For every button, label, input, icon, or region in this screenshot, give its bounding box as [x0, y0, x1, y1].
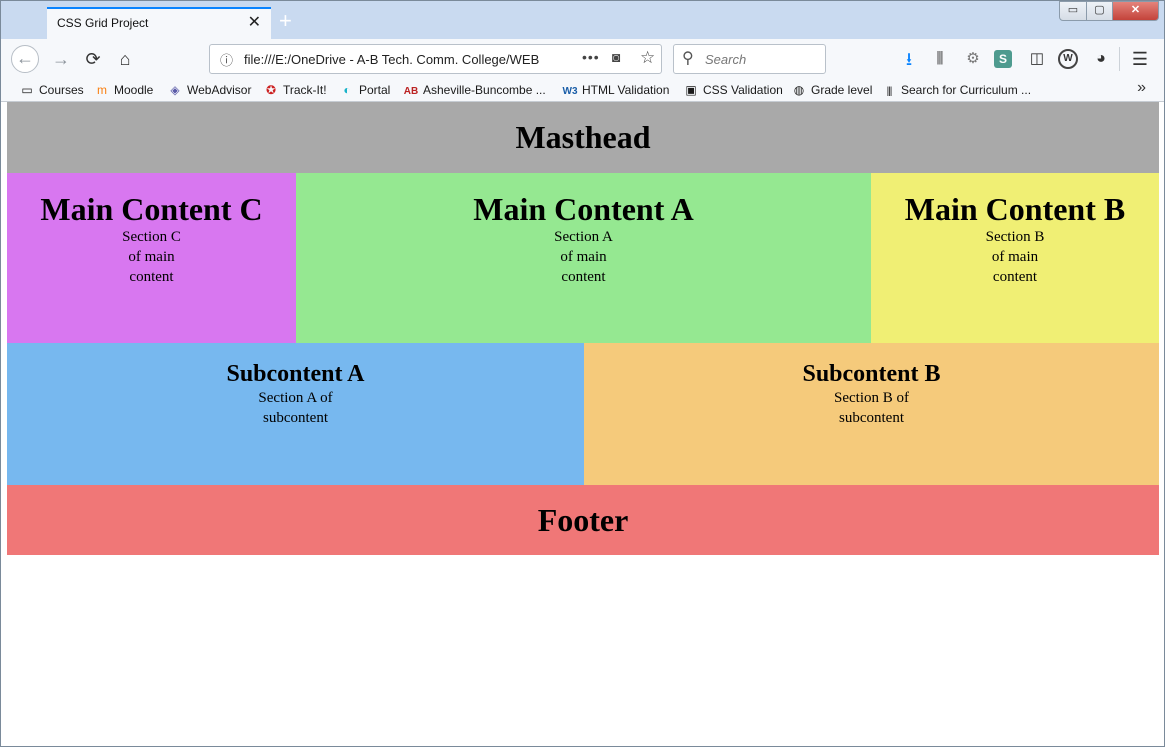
portal-icon: ◐: [343, 83, 351, 97]
css-validation-icon: ▣: [685, 83, 697, 97]
main-content-a: Main Content A Section A of main content: [296, 173, 871, 343]
bookmark-html-validation[interactable]: W3 HTML Validation: [562, 81, 670, 99]
close-tab-icon[interactable]: ✕: [248, 13, 261, 33]
footer: Footer: [7, 485, 1159, 555]
reload-button[interactable]: ⟳: [79, 45, 107, 73]
page-actions-icon[interactable]: •••: [582, 49, 600, 65]
bookmark-courses[interactable]: ▭ Courses: [19, 81, 83, 99]
bookmarks-toolbar: ▭ Courses m Moodle ◈ WebAdvisor ✪ Track-It! …: [1, 78, 1164, 102]
main-content-c-text: Section C of main content: [122, 229, 181, 285]
download-icon[interactable]: ⭳: [898, 48, 920, 70]
gear-icon[interactable]: ⚙: [962, 48, 984, 70]
site-info-icon[interactable]: ⓘ: [220, 50, 233, 69]
new-tab-icon[interactable]: +: [279, 9, 292, 33]
main-content-c-heading: Main Content C: [40, 191, 263, 227]
toolbar-divider: [1119, 47, 1120, 71]
bookmark-webadvisor[interactable]: ◈ WebAdvisor: [167, 81, 251, 99]
color-extension-icon[interactable]: ◕: [1090, 48, 1112, 70]
subcontent-b: Subcontent B Section B of subcontent: [584, 343, 1159, 485]
main-content-b: Main Content B Section B of main content: [871, 173, 1159, 343]
masthead-heading: Masthead: [515, 119, 651, 155]
footer-heading: Footer: [537, 502, 629, 538]
main-content-c: Main Content C Section C of main content: [7, 173, 296, 343]
tab-css-grid-project[interactable]: CSS Grid Project ✕: [47, 7, 271, 39]
ab-logo-icon: AB: [403, 86, 419, 97]
subcontent-b-text: Section B of subcontent: [834, 390, 909, 426]
url-text[interactable]: file:///E:/OneDrive - A-B Tech. Comm. Co…: [244, 52, 549, 67]
page-viewport: Masthead Main Content C Section C of mai…: [7, 102, 1159, 742]
url-bar[interactable]: ⓘ file:///E:/OneDrive - A-B Tech. Comm. …: [209, 44, 662, 74]
w3c-icon: W3: [562, 86, 578, 97]
w-extension-icon[interactable]: W: [1058, 49, 1078, 69]
bookmark-asheville-buncombe[interactable]: AB Asheville-Buncombe ...: [403, 81, 546, 99]
main-content-a-text: Section A of main content: [554, 229, 613, 285]
navigation-toolbar: ← → ⟳ ⌂ ⓘ file:///E:/OneDrive - A-B Tech…: [1, 39, 1164, 78]
minimize-button[interactable]: ▭: [1059, 1, 1087, 21]
bookmark-grade-level[interactable]: ◍ Grade level: [791, 81, 873, 99]
main-content-b-text: Section B of main content: [985, 229, 1045, 285]
subcontent-a: Subcontent A Section A of subcontent: [7, 343, 584, 485]
s-extension-icon[interactable]: S: [994, 50, 1012, 68]
more-bookmarks-icon[interactable]: »: [1137, 79, 1146, 97]
trackit-icon: ✪: [265, 83, 277, 97]
folder-icon: ▭: [21, 83, 33, 97]
subcontent-a-text: Section A of subcontent: [258, 390, 333, 426]
moodle-icon: m: [97, 83, 107, 97]
menu-icon[interactable]: ☰: [1129, 48, 1151, 70]
close-window-button[interactable]: ✕: [1112, 1, 1159, 21]
subcontent-a-heading: Subcontent A: [226, 361, 365, 387]
main-content-a-heading: Main Content A: [473, 191, 694, 227]
bookmark-search-curriculum[interactable]: ||| Search for Curriculum ...: [881, 81, 1031, 99]
home-button[interactable]: ⌂: [111, 45, 139, 73]
bookmark-css-validation[interactable]: ▣ CSS Validation: [683, 81, 783, 99]
main-content-b-heading: Main Content B: [904, 191, 1126, 227]
search-box[interactable]: ⚲ Search: [673, 44, 826, 74]
sidebar-icon[interactable]: ◫: [1026, 48, 1048, 70]
bookmark-star-icon[interactable]: ☆: [640, 48, 655, 68]
pocket-icon[interactable]: ◙: [612, 49, 620, 65]
search-icon: ⚲: [682, 50, 694, 67]
barcode-icon: |||: [886, 86, 893, 97]
maximize-button[interactable]: ▢: [1086, 1, 1113, 21]
bookmark-moodle[interactable]: m Moodle: [94, 81, 153, 99]
forward-button[interactable]: →: [47, 45, 75, 73]
bookmark-track-it[interactable]: ✪ Track-It!: [263, 81, 327, 99]
browser-window: CSS Grid Project ✕ + ▭ ▢ ✕ ← → ⟳ ⌂ ⓘ fil…: [0, 0, 1165, 747]
webadvisor-icon: ◈: [170, 83, 180, 97]
globe-icon: ◍: [793, 83, 805, 97]
bookmark-portal[interactable]: ◐ Portal: [339, 81, 390, 99]
search-placeholder: Search: [705, 52, 747, 67]
subcontent-b-heading: Subcontent B: [802, 361, 941, 387]
library-icon[interactable]: ⫼: [929, 48, 951, 70]
masthead: Masthead: [7, 102, 1159, 173]
tab-title: CSS Grid Project: [57, 16, 149, 30]
tab-strip: CSS Grid Project ✕ + ▭ ▢ ✕: [1, 1, 1164, 39]
back-button[interactable]: ←: [11, 45, 39, 73]
